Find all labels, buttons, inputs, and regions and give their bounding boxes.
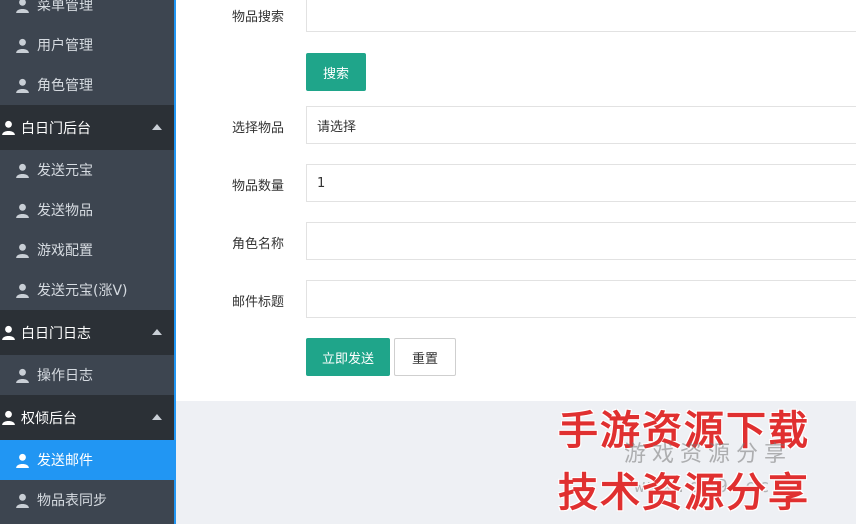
sidebar-item-user-management[interactable]: 用户管理: [0, 25, 174, 65]
caret-up-icon: [152, 414, 162, 420]
sidebar-group-label: 权倾后台: [21, 410, 77, 427]
role-name-label: 角色名称: [232, 237, 285, 252]
sidebar-item-label: 游戏配置: [37, 243, 93, 259]
quantity-input[interactable]: 1: [306, 164, 856, 202]
item-select[interactable]: 请选择: [306, 106, 856, 144]
sidebar-item-label: 物品表同步: [37, 493, 107, 509]
search-label: 物品搜索: [232, 10, 285, 25]
sidebar-item-label: 操作日志: [37, 368, 93, 384]
user-icon: [16, 0, 29, 13]
sidebar-item-operation-log[interactable]: 操作日志: [0, 355, 174, 395]
send-now-button[interactable]: 立即发送: [306, 338, 390, 376]
item-search-input[interactable]: [306, 0, 856, 32]
sidebar-item-send-yuanbao[interactable]: 发送元宝: [0, 150, 174, 190]
user-icon: [16, 368, 29, 383]
user-icon: [16, 203, 29, 218]
sidebar-item-send-mail[interactable]: 发送邮件: [0, 440, 174, 480]
sidebar-item-game-config[interactable]: 游戏配置: [0, 230, 174, 270]
sidebar-item-label: 发送元宝(涨V): [37, 283, 128, 299]
select-item-label: 选择物品: [232, 121, 285, 136]
user-icon: [16, 243, 29, 258]
user-icon: [16, 453, 29, 468]
user-icon: [16, 163, 29, 178]
sidebar-item-label: 发送元宝: [37, 163, 93, 179]
caret-up-icon: [152, 124, 162, 130]
sidebar-group-bairimen-backend[interactable]: 白日门后台: [0, 105, 174, 150]
sidebar-group-label: 白日门日志: [21, 325, 91, 342]
sidebar: 菜单管理 用户管理 角色管理 白日门后台 发送元宝 发送物品 游戏配置 发送元宝…: [0, 0, 174, 524]
item-select-value: 请选择: [317, 119, 357, 135]
sidebar-item-label: 用户管理: [37, 38, 93, 54]
user-icon: [16, 38, 29, 53]
sidebar-item-send-yuanbao-vip[interactable]: 发送元宝(涨V): [0, 270, 174, 310]
user-icon: [16, 78, 29, 93]
search-button[interactable]: 搜索: [306, 53, 366, 91]
sidebar-item-label: 发送邮件: [37, 453, 93, 469]
user-icon: [2, 120, 15, 135]
watermark: 手游资源下载 游戏资源分享 www.gm9.cc 技术资源分享: [554, 398, 856, 524]
sidebar-item-label: 角色管理: [37, 78, 93, 94]
user-icon: [16, 493, 29, 508]
reset-button[interactable]: 重置: [394, 338, 456, 376]
user-icon: [2, 410, 15, 425]
watermark-line-3: 技术资源分享: [558, 470, 810, 516]
send-mail-form: 物品搜索 搜索 选择物品 请选择 物品数量 1 角色名称 邮件标题 立即发送 重…: [176, 0, 856, 401]
sidebar-item-send-items[interactable]: 发送物品: [0, 190, 174, 230]
sidebar-group-bairimen-logs[interactable]: 白日门日志: [0, 310, 174, 355]
mail-title-label: 邮件标题: [232, 295, 285, 310]
sidebar-item-item-table-sync[interactable]: 物品表同步: [0, 480, 174, 520]
mail-title-input[interactable]: [306, 280, 856, 318]
role-name-input[interactable]: [306, 222, 856, 260]
sidebar-item-menu-management[interactable]: 菜单管理: [0, 0, 174, 25]
user-icon: [2, 325, 15, 340]
user-icon: [16, 283, 29, 298]
caret-up-icon: [152, 329, 162, 335]
sidebar-item-label: 菜单管理: [37, 0, 93, 14]
sidebar-group-label: 白日门后台: [21, 120, 91, 137]
sidebar-item-label: 发送物品: [37, 203, 93, 219]
quantity-label: 物品数量: [232, 179, 285, 194]
sidebar-group-quanqing-backend[interactable]: 权倾后台: [0, 395, 174, 440]
sidebar-item-role-management[interactable]: 角色管理: [0, 65, 174, 105]
